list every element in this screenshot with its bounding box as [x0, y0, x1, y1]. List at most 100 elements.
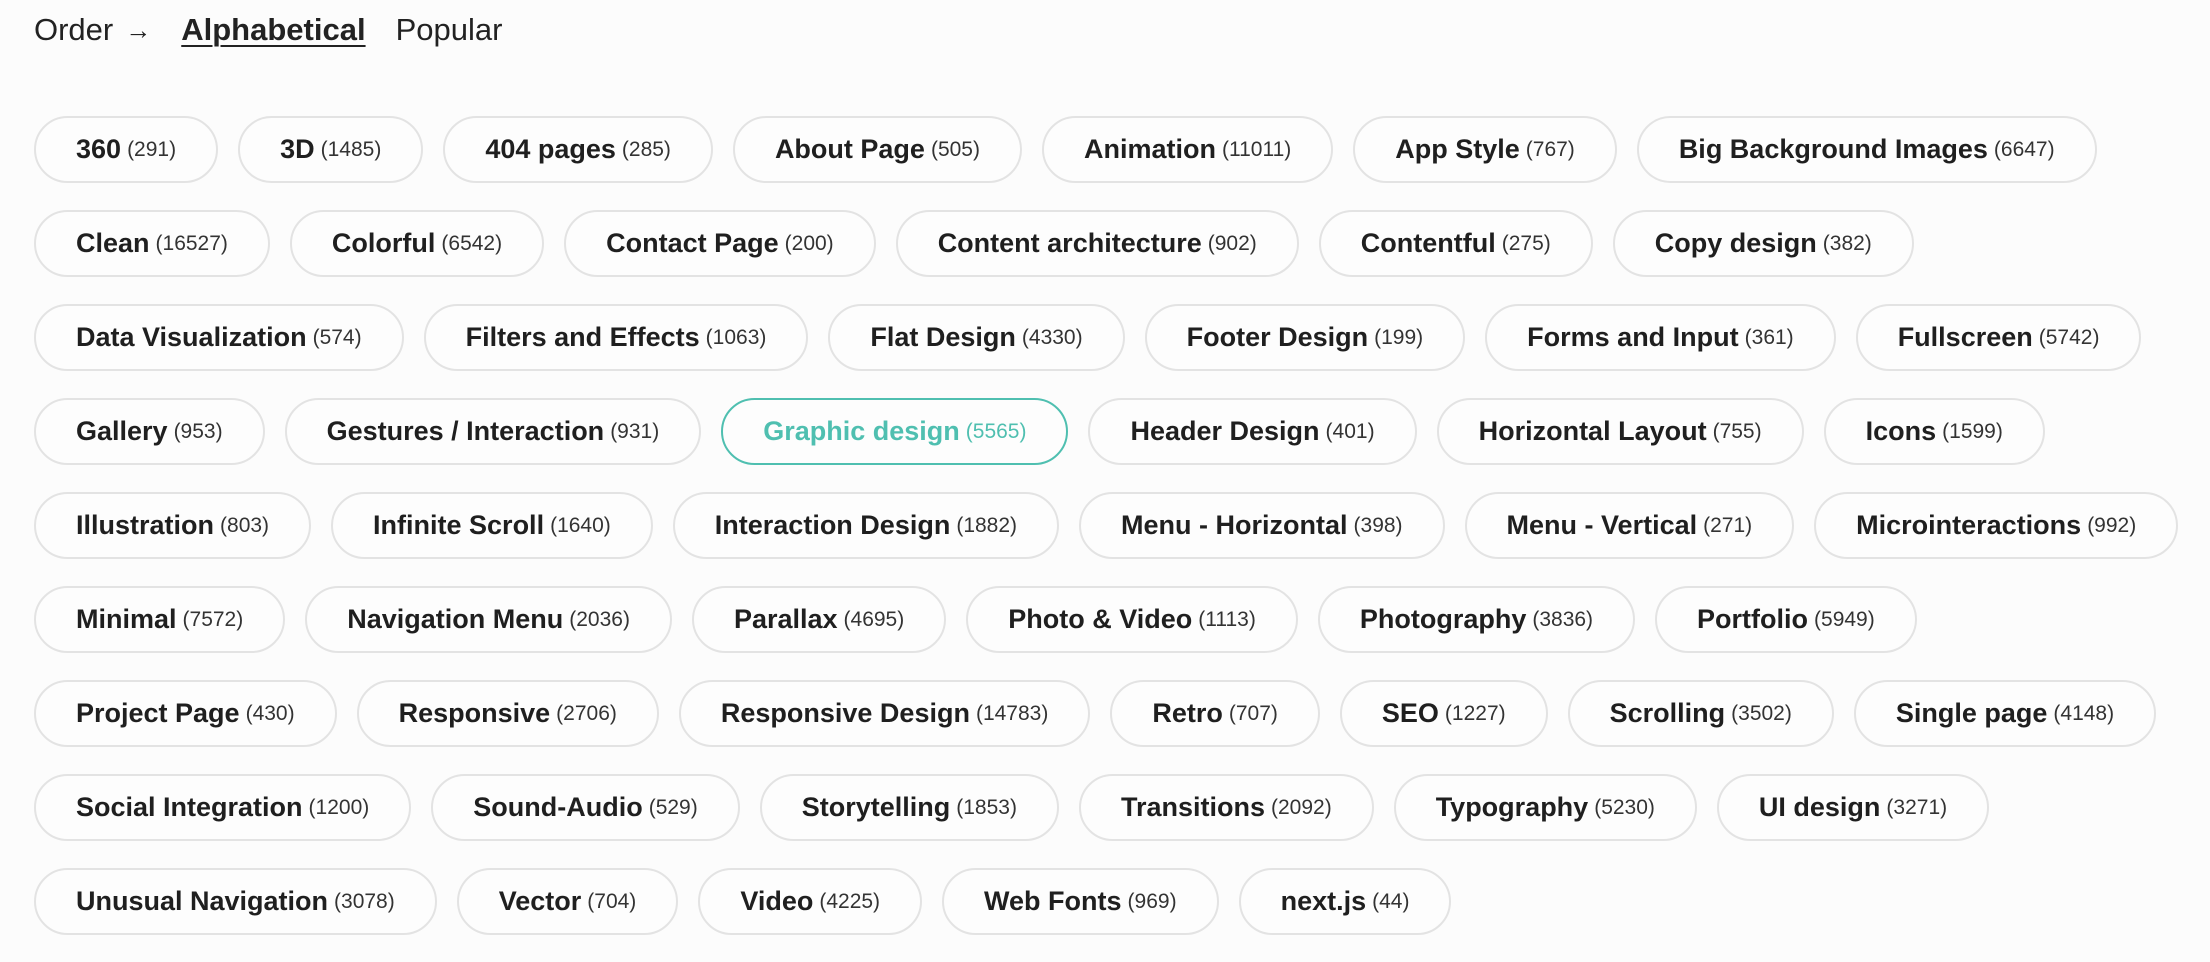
- tag-count: (16527): [155, 231, 228, 255]
- tag-pill[interactable]: Interaction Design (1882): [672, 492, 1060, 559]
- tag-pill[interactable]: Navigation Menu (2036): [305, 586, 672, 653]
- tag-pill[interactable]: Animation (11011): [1041, 116, 1334, 183]
- tag-pill[interactable]: Data Visualization (574): [34, 304, 404, 371]
- tag-count: (430): [245, 701, 295, 725]
- tag-pill[interactable]: Footer Design (199): [1144, 304, 1466, 371]
- tag-name: Content architecture: [937, 228, 1202, 258]
- order-option-alphabetical[interactable]: Alphabetical: [181, 12, 365, 48]
- tag-name: 360: [76, 134, 122, 164]
- tag-name: Social Integration: [76, 792, 303, 822]
- tag-pill[interactable]: Content architecture (902): [895, 210, 1299, 277]
- tag-pill[interactable]: Infinite Scroll (1640): [331, 492, 653, 559]
- tag-count: (1853): [956, 795, 1017, 819]
- tag-pill[interactable]: Fullscreen (5742): [1855, 304, 2142, 371]
- tag-pill[interactable]: App Style (767): [1353, 116, 1617, 183]
- tag-name: 404 pages: [485, 134, 616, 164]
- tag-name: Contact Page: [606, 228, 779, 258]
- tag-pill[interactable]: Responsive (2706): [356, 680, 659, 747]
- tag-count: (11011): [1221, 137, 1292, 161]
- tag-pill[interactable]: Video (4225): [698, 868, 923, 935]
- tag-pill[interactable]: Scrolling (3502): [1567, 680, 1834, 747]
- tag-pill[interactable]: Contentful (275): [1318, 210, 1593, 277]
- tag-pill[interactable]: Photo & Video (1113): [966, 586, 1298, 653]
- tag-pill[interactable]: Minimal (7572): [34, 586, 286, 653]
- order-label: Order: [34, 12, 114, 47]
- tag-pill[interactable]: Header Design (401): [1088, 398, 1417, 465]
- tag-count: (803): [220, 513, 270, 537]
- tag-pill[interactable]: 404 pages (285): [443, 116, 713, 183]
- tag-name: UI design: [1758, 792, 1881, 822]
- tag-pill[interactable]: Project Page (430): [34, 680, 337, 747]
- tag-name: Animation: [1083, 134, 1216, 164]
- tag-pill-selected[interactable]: Graphic design (5565): [721, 398, 1069, 465]
- tag-pill[interactable]: Retro (707): [1110, 680, 1320, 747]
- tag-pill[interactable]: Horizontal Layout (755): [1436, 398, 1804, 465]
- tag-count: (529): [648, 795, 698, 819]
- tag-count: (767): [1525, 137, 1575, 161]
- tag-count: (755): [1712, 419, 1762, 443]
- tag-pill[interactable]: SEO (1227): [1339, 680, 1548, 747]
- tag-name: Forms and Input: [1527, 322, 1739, 352]
- tag-name: Single page: [1895, 698, 2048, 728]
- tag-count: (1485): [320, 137, 382, 161]
- tag-name: Interaction Design: [714, 510, 951, 540]
- tag-pill[interactable]: Social Integration (1200): [34, 774, 412, 841]
- tag-pill[interactable]: Filters and Effects (1063): [423, 304, 809, 371]
- tag-pill[interactable]: Portfolio (5949): [1655, 586, 1917, 653]
- tag-pill[interactable]: Responsive Design (14783): [678, 680, 1091, 747]
- tag-name: Microinteractions: [1856, 510, 2082, 540]
- tag-pill[interactable]: Sound-Audio (529): [431, 774, 740, 841]
- tag-pill[interactable]: Web Fonts (969): [942, 868, 1219, 935]
- tag-pill[interactable]: Flat Design (4330): [828, 304, 1125, 371]
- tag-count: (1640): [550, 513, 611, 537]
- tag-name: 3D: [280, 134, 315, 164]
- tag-pill[interactable]: 3D (1485): [238, 116, 424, 183]
- tag-name: Gestures / Interaction: [326, 416, 605, 446]
- tag-pill[interactable]: Clean (16527): [34, 210, 270, 277]
- tag-count: (3078): [334, 889, 395, 913]
- tag-pill[interactable]: About Page (505): [732, 116, 1022, 183]
- tag-pill[interactable]: Big Background Images (6647): [1636, 116, 2097, 183]
- tag-pill[interactable]: Unusual Navigation (3078): [34, 868, 437, 935]
- tag-count: (4225): [819, 889, 881, 913]
- tag-pill[interactable]: Storytelling (1853): [759, 774, 1059, 841]
- tag-name: Storytelling: [801, 792, 951, 822]
- tag-name: Infinite Scroll: [373, 510, 545, 540]
- tag-pill[interactable]: Typography (5230): [1393, 774, 1697, 841]
- tag-pill[interactable]: Microinteractions (992): [1814, 492, 2179, 559]
- tag-pill[interactable]: Photography (3836): [1317, 586, 1636, 653]
- tag-pill[interactable]: Copy design (382): [1612, 210, 1914, 277]
- tag-pill[interactable]: Gallery (953): [34, 398, 265, 465]
- tag-pill[interactable]: Single page (4148): [1853, 680, 2157, 747]
- tag-pill[interactable]: Gestures / Interaction (931): [284, 398, 702, 465]
- tag-count: (4330): [1021, 325, 1083, 349]
- tag-pill[interactable]: Colorful (6542): [289, 210, 545, 277]
- tag-pill[interactable]: Transitions (2092): [1078, 774, 1374, 841]
- tag-count: (291): [127, 137, 177, 161]
- tag-pill[interactable]: Menu - Vertical (271): [1464, 492, 1795, 559]
- sort-order-bar: Order → Alphabetical Popular: [34, 8, 502, 52]
- tag-pill[interactable]: Vector (704): [456, 868, 679, 935]
- tag-name: Footer Design: [1186, 322, 1369, 352]
- order-option-popular[interactable]: Popular: [396, 12, 503, 48]
- tag-pill[interactable]: Parallax (4695): [691, 586, 947, 653]
- tag-count: (5230): [1594, 795, 1655, 819]
- tag-pill[interactable]: Icons (1599): [1823, 398, 2045, 465]
- tag-pill[interactable]: UI design (3271): [1716, 774, 1990, 841]
- tag-name: SEO: [1381, 698, 1439, 728]
- tag-count: (931): [610, 419, 660, 443]
- tag-name: Data Visualization: [76, 322, 307, 352]
- tag-pill[interactable]: Illustration (803): [34, 492, 312, 559]
- tag-count: (4148): [2053, 701, 2115, 725]
- tag-count: (14783): [975, 701, 1049, 725]
- tag-name: Typography: [1435, 792, 1589, 822]
- tag-name: Retro: [1152, 698, 1223, 728]
- tag-pill[interactable]: Forms and Input (361): [1485, 304, 1836, 371]
- tag-pill[interactable]: Menu - Horizontal (398): [1079, 492, 1445, 559]
- tag-name: Menu - Vertical: [1506, 510, 1698, 540]
- tag-name: Icons: [1865, 416, 1937, 446]
- tag-pill[interactable]: Contact Page (200): [564, 210, 876, 277]
- tag-count: (398): [1353, 513, 1403, 537]
- tag-pill[interactable]: next.js (44): [1238, 868, 1452, 935]
- tag-pill[interactable]: 360 (291): [34, 116, 219, 183]
